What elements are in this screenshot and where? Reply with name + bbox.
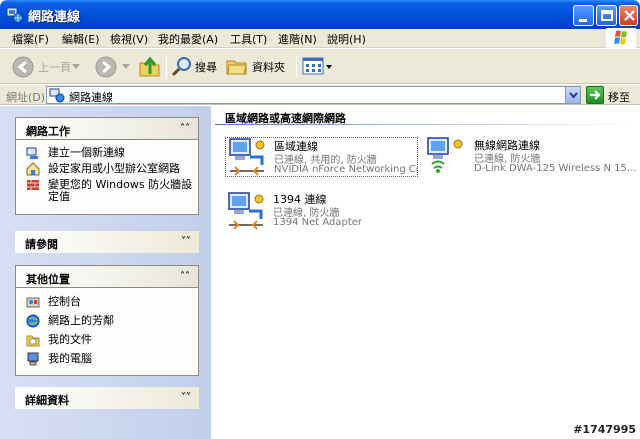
maximize-icon [601,10,613,21]
maximize-button[interactable] [596,5,617,26]
forward-button[interactable] [92,53,132,80]
network-connections-icon [6,7,23,23]
views-button[interactable] [302,53,332,80]
back-dropdown-icon [72,64,80,69]
folders-icon [226,60,247,75]
views-icon [302,57,324,75]
minimize-icon [579,19,587,22]
firewire-connection-icon [228,192,264,230]
toolbar-separator [166,55,167,78]
up-folder-button[interactable] [137,53,163,80]
place-label: 我的電腦 [48,352,92,365]
minimize-button[interactable] [573,5,594,26]
connection-item-1394[interactable]: 1394 連線 已連線, 防火牆 1394 Net Adapter [225,191,418,231]
home-network-icon [26,162,40,176]
chevron-up-icon[interactable]: ˄˄ [180,123,190,134]
views-dropdown-icon [326,65,332,69]
address-label: 網址(D) [6,91,46,104]
address-input[interactable]: 網路連線 [46,86,581,104]
place-label: 我的文件 [48,333,92,346]
chevron-down-icon[interactable]: ˅˅ [181,236,191,247]
other-places-body: 控制台 網路上的芳鄰 我的文件 我的電腦 [15,288,199,376]
search-label: 搜尋 [195,61,217,74]
task-pane: 網路工作 ˄˄ 建立一個新連線 設定家用或小型辦公室網路 變更您的 Window… [0,106,211,439]
toolbar-separator [296,55,297,78]
menu-favorites[interactable]: 我的最愛(A) [158,31,218,47]
connection-device: 1394 Net Adapter [273,217,363,228]
documents-folder-icon [26,335,40,347]
go-button[interactable] [586,86,604,104]
place-label: 控制台 [48,295,81,308]
up-folder-icon [139,56,160,77]
details-header[interactable]: 詳細資料 ˅˅ [15,387,199,409]
back-label: 上一頁 [38,61,71,74]
back-arrow-icon [12,56,34,78]
other-places-panel: 其他位置 ˄˄ 控制台 網路上的芳鄰 我的文件 我的電腦 [15,265,199,376]
other-places-title: 其他位置 [26,273,70,286]
folders-label: 資料夾 [252,61,285,74]
see-also-title: 請參閱 [25,238,58,251]
network-connections-icon [49,88,65,103]
network-tasks-body: 建立一個新連線 設定家用或小型辦公室網路 變更您的 Windows 防火牆設 定… [15,140,199,215]
menu-help[interactable]: 說明(H) [327,31,366,47]
search-button[interactable]: 搜尋 [171,53,221,80]
group-divider [215,124,635,125]
standard-toolbar: 上一頁 搜尋 資料夾 [0,49,640,84]
windows-logo-icon [606,28,636,48]
lan-connection-icon [229,138,265,176]
menu-file[interactable]: 檔案(F) [12,31,49,47]
other-places-header[interactable]: 其他位置 ˄˄ [15,265,199,288]
details-title: 詳細資料 [25,394,69,407]
chevron-down-icon [569,92,578,99]
close-button[interactable] [619,5,638,26]
see-also-panel: 請參閱 ˅˅ [15,231,199,253]
connection-item-lan[interactable]: 區域連線 已連線, 共用的, 防火牆 NVIDIA nForce Network… [225,137,418,177]
menu-tools[interactable]: 工具(T) [230,31,267,47]
connections-view: 區域網路或高速網際網路 區域連線 已連線, 共用的, 防火牆 NVIDIA nF… [211,106,640,439]
see-also-header[interactable]: 請參閱 ˅˅ [15,231,199,253]
control-panel-icon [26,297,40,308]
address-bar: 網址(D) 網路連線 移至 [0,85,640,105]
wireless-connection-icon [427,137,463,173]
computer-icon [27,352,39,366]
task-label: 設定家用或小型辦公室網路 [48,162,180,175]
search-icon [171,57,191,77]
menu-edit[interactable]: 編輯(E) [62,31,100,47]
folders-button[interactable]: 資料夾 [226,53,292,80]
menu-advanced[interactable]: 進階(N) [278,31,317,47]
menu-view[interactable]: 檢視(V) [110,31,148,47]
connection-device: NVIDIA nForce Networking Co... [274,164,418,175]
address-dropdown-button[interactable] [565,87,580,103]
place-label: 網路上的芳鄰 [48,314,114,327]
go-label[interactable]: 移至 [608,89,630,105]
network-tasks-header[interactable]: 網路工作 ˄˄ [15,117,199,140]
task-label-continued: 定值 [48,190,70,203]
firewall-icon [27,180,39,190]
watermark-text: #1747995 [573,423,636,436]
connection-item-wireless[interactable]: 無線網路連線 已連線, 防火牆 D-Link DWA-125 Wireless … [424,137,636,177]
chevron-down-icon[interactable]: ˅˅ [181,392,191,403]
network-tasks-panel: 網路工作 ˄˄ 建立一個新連線 設定家用或小型辦公室網路 變更您的 Window… [15,117,199,215]
task-label: 建立一個新連線 [48,146,125,159]
chevron-up-icon[interactable]: ˄˄ [180,271,190,282]
menu-bar: 檔案(F) 編輯(E) 檢視(V) 我的最愛(A) 工具(T) 進階(N) 說明… [0,29,640,48]
forward-arrow-icon [95,56,117,78]
window-title: 網路連線 [28,10,81,25]
forward-dropdown-icon [122,64,130,69]
address-value: 網路連線 [69,91,113,104]
close-icon [624,10,635,21]
network-tasks-title: 網路工作 [26,125,70,138]
go-arrow-icon [590,90,601,100]
back-button[interactable]: 上一頁 [8,53,80,80]
new-connection-icon [26,147,38,159]
globe-network-icon [26,314,40,328]
connection-device: D-Link DWA-125 Wireless N 15... [474,163,636,174]
details-panel: 詳細資料 ˅˅ [15,387,199,409]
title-bar[interactable]: 網路連線 [0,0,640,29]
